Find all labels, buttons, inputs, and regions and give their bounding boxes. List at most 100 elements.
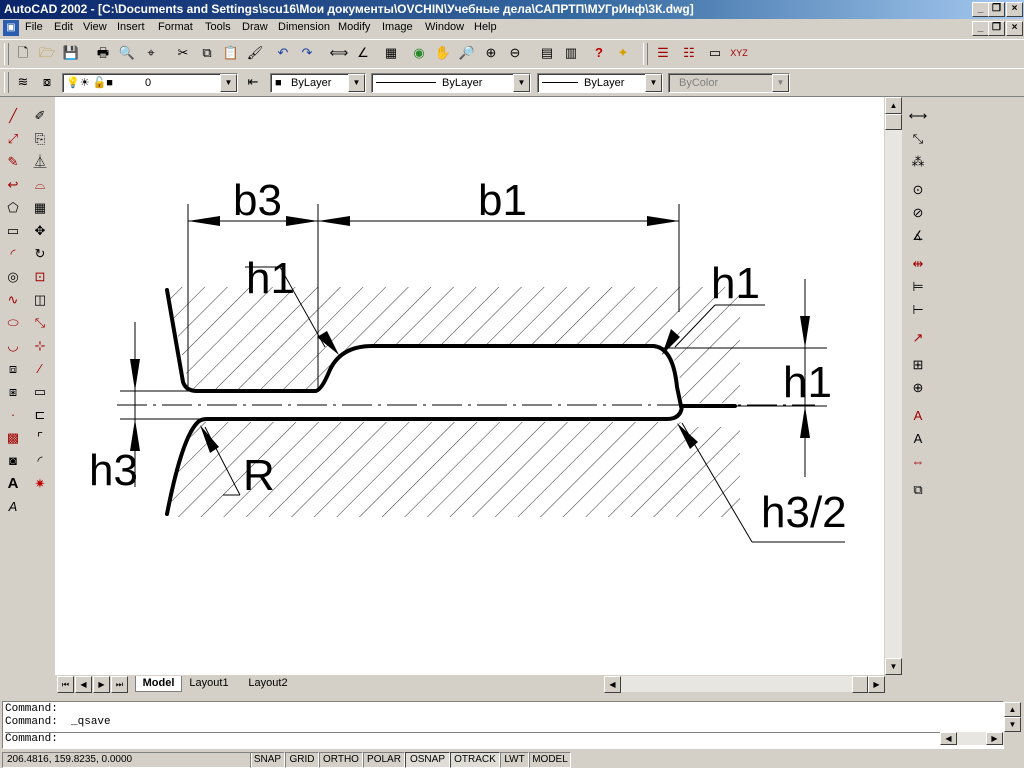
fillet-icon[interactable]: ◜: [29, 450, 51, 472]
model-toggle[interactable]: MODEL: [529, 752, 571, 768]
arc-icon[interactable]: ◜: [2, 243, 24, 265]
last-tab-button[interactable]: ⏭: [111, 676, 128, 693]
ucs-icon[interactable]: ∠: [353, 43, 373, 63]
tab-model[interactable]: Model: [135, 676, 182, 692]
hatch-icon[interactable]: ▩: [2, 427, 24, 449]
open-icon[interactable]: 🗁: [37, 43, 57, 63]
erase-icon[interactable]: ✐: [29, 105, 51, 127]
spline-icon[interactable]: ∿: [2, 289, 24, 311]
command-input[interactable]: Command:: [5, 732, 940, 745]
linetype-icon[interactable]: ☷: [679, 43, 699, 63]
cut-icon[interactable]: ✂: [173, 43, 193, 63]
osnap-toggle[interactable]: OSNAP: [405, 752, 450, 768]
dimension-style-icon[interactable]: ⧉: [907, 479, 929, 501]
command-scroll-up[interactable]: ▲: [1004, 702, 1021, 717]
linetype-select[interactable]: ByLayer ▼: [371, 73, 531, 93]
point-icon[interactable]: ·: [2, 404, 24, 426]
chevron-down-icon[interactable]: ▼: [348, 74, 365, 92]
linear-dimension-icon[interactable]: ⟷: [907, 105, 929, 127]
chevron-down-icon[interactable]: ▼: [513, 74, 530, 92]
dimension-edit-icon[interactable]: A: [907, 405, 929, 427]
make-block-icon[interactable]: ⧆: [2, 381, 24, 403]
mirror-icon[interactable]: ⏅: [29, 151, 51, 173]
chamfer-icon[interactable]: ⌜: [29, 427, 51, 449]
zoom-window-icon[interactable]: ⊕: [481, 43, 501, 63]
menu-image[interactable]: Image: [382, 21, 413, 33]
doc-restore-button[interactable]: ❐: [988, 21, 1005, 36]
coordinates-display[interactable]: 206.4816, 159.8235, 0.0000: [2, 752, 252, 768]
ellipse-arc-icon[interactable]: ◡: [2, 335, 24, 357]
array-icon[interactable]: ▦: [29, 197, 51, 219]
first-tab-button[interactable]: ⏮: [57, 676, 74, 693]
zoom-previous-icon[interactable]: ⊖: [505, 43, 525, 63]
polygon-icon[interactable]: ↩: [2, 174, 24, 196]
text-style-icon[interactable]: ▭: [705, 43, 725, 63]
scroll-right-button[interactable]: ▶: [868, 676, 885, 693]
help-icon[interactable]: ?: [589, 43, 609, 63]
ordinate-dimension-icon[interactable]: ⁂: [907, 151, 929, 173]
save-icon[interactable]: 💾: [61, 43, 81, 63]
tolerance-icon[interactable]: ⊞: [907, 354, 929, 376]
command-scrollbar[interactable]: ▲ ▼: [1004, 702, 1021, 732]
tab-layout2[interactable]: Layout2: [242, 676, 294, 691]
make-object-layer-current-icon[interactable]: ⧇: [37, 72, 57, 92]
menu-dimension[interactable]: Dimension: [278, 21, 330, 33]
circle-icon[interactable]: ◎: [2, 266, 24, 288]
offset-icon[interactable]: ⌓: [29, 174, 51, 196]
doc-close-button[interactable]: ×: [1006, 21, 1023, 36]
next-tab-button[interactable]: ▶: [93, 676, 110, 693]
trim-icon[interactable]: ⊹: [29, 335, 51, 357]
menu-file[interactable]: File: [25, 21, 43, 33]
polyline-icon[interactable]: ✎: [2, 151, 24, 173]
copy-object-icon[interactable]: ⎘: [29, 128, 51, 150]
distance-icon[interactable]: ⟺: [329, 43, 349, 63]
vertical-scroll-thumb[interactable]: [885, 114, 902, 130]
baseline-dimension-icon[interactable]: ⊨: [907, 276, 929, 298]
today-icon[interactable]: ✦: [613, 43, 633, 63]
grid-toggle[interactable]: GRID: [285, 752, 319, 768]
redo-icon[interactable]: ↷: [297, 43, 317, 63]
dimension-text-edit-icon[interactable]: A: [907, 428, 929, 450]
ellipse-icon[interactable]: ⬭: [2, 312, 24, 334]
layer-previous-icon[interactable]: ⇤: [243, 72, 263, 92]
diameter-dimension-icon[interactable]: ⊘: [907, 202, 929, 224]
ortho-toggle[interactable]: ORTHO: [319, 752, 363, 768]
layer-select[interactable]: 💡☀ 🔓■ 0 ▼: [62, 73, 238, 93]
menu-view[interactable]: View: [83, 21, 107, 33]
chevron-down-icon[interactable]: ▼: [220, 74, 237, 92]
vertical-scrollbar[interactable]: ▲ ▼: [885, 97, 902, 675]
command-hscroll[interactable]: ◀ ▶: [940, 732, 1004, 745]
lengthen-icon[interactable]: ⤡: [29, 312, 51, 334]
multiline-text-icon[interactable]: A: [2, 473, 24, 495]
doc-minimize-button[interactable]: _: [972, 21, 989, 36]
close-button[interactable]: ×: [1006, 2, 1023, 17]
zoom-realtime-icon[interactable]: 🔎: [457, 43, 477, 63]
break-at-point-icon[interactable]: ⊏: [29, 404, 51, 426]
minimize-button[interactable]: _: [972, 2, 989, 17]
menu-window[interactable]: Window: [425, 21, 464, 33]
scroll-left-button[interactable]: ◀: [604, 676, 621, 693]
new-icon[interactable]: 🗋: [13, 43, 33, 63]
properties-icon[interactable]: ▤: [537, 43, 557, 63]
rotate-icon[interactable]: ↻: [29, 243, 51, 265]
polar-toggle[interactable]: POLAR: [363, 752, 405, 768]
named-views-icon[interactable]: ▦: [381, 43, 401, 63]
match-properties-icon[interactable]: 🖌: [245, 43, 265, 63]
restore-button[interactable]: ❐: [988, 2, 1005, 17]
menu-insert[interactable]: Insert: [117, 21, 145, 33]
pentagon-icon[interactable]: ⬠: [2, 197, 24, 219]
publish-icon[interactable]: ⌖: [141, 43, 161, 63]
move-icon[interactable]: ✥: [29, 220, 51, 242]
menu-draw[interactable]: Draw: [242, 21, 268, 33]
3d-orbit-icon[interactable]: ◉: [409, 43, 429, 63]
tab-layout1[interactable]: Layout1: [184, 676, 234, 691]
extend-icon[interactable]: ⁄: [29, 358, 51, 380]
prev-tab-button[interactable]: ◀: [75, 676, 92, 693]
chevron-down-icon[interactable]: ▼: [645, 74, 662, 92]
copy-icon[interactable]: ⧉: [197, 43, 217, 63]
print-preview-icon[interactable]: 🔍: [117, 43, 137, 63]
otrack-toggle[interactable]: OTRACK: [450, 752, 500, 768]
menu-edit[interactable]: Edit: [54, 21, 73, 33]
text-style-icon[interactable]: A: [2, 496, 24, 518]
menu-tools[interactable]: Tools: [205, 21, 231, 33]
